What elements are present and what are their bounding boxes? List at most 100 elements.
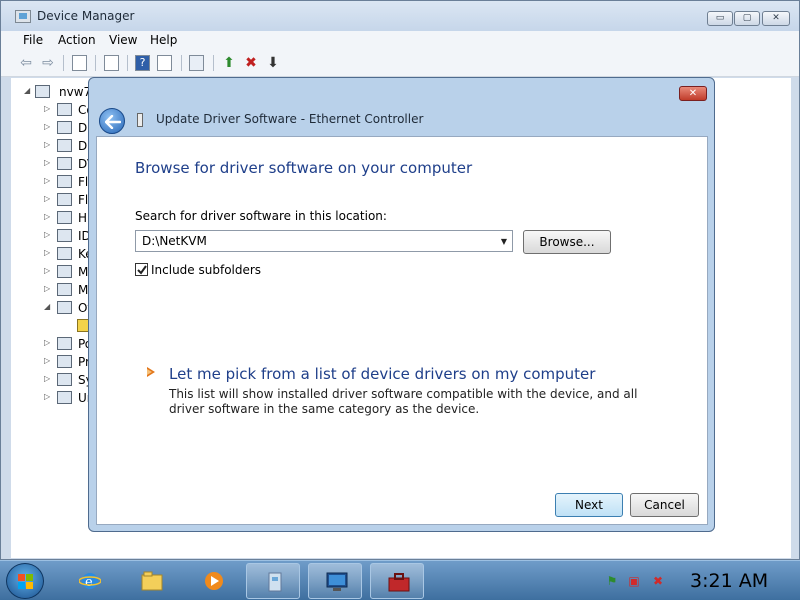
toolbar-separator — [127, 55, 128, 71]
expand-icon[interactable]: ▷ — [44, 248, 50, 257]
minimize-button[interactable]: ▭ — [707, 11, 733, 26]
expand-icon[interactable]: ▷ — [44, 194, 50, 203]
device-category-icon — [57, 139, 72, 152]
next-button[interactable]: Next — [555, 493, 623, 517]
system-tray: ⚑ ▣ ✖ 3:21 AM — [596, 561, 800, 600]
search-location-label: Search for driver software in this locat… — [135, 209, 387, 223]
help-icon[interactable]: ? — [135, 55, 150, 71]
checkmark-icon — [137, 265, 147, 275]
disable-icon[interactable]: ⬇ — [264, 54, 282, 72]
toolbox-icon — [388, 573, 410, 592]
expand-icon[interactable]: ▷ — [44, 104, 50, 113]
device-category-icon — [57, 229, 72, 242]
media-player-icon — [205, 572, 223, 590]
menu-action[interactable]: Action — [58, 33, 96, 47]
properties-icon[interactable] — [104, 55, 119, 71]
toolbar-separator — [95, 55, 96, 71]
action-center-icon[interactable]: ⚑ — [604, 574, 620, 588]
device-category-icon — [57, 373, 72, 386]
expand-icon[interactable]: ▷ — [44, 158, 50, 167]
device-category-icon — [57, 193, 72, 206]
computer-icon — [35, 85, 50, 98]
internet-explorer-task[interactable]: e — [62, 563, 116, 599]
green-arrow-icon[interactable] — [145, 365, 159, 379]
cancel-button[interactable]: Cancel — [630, 493, 699, 517]
device-category-icon — [57, 337, 72, 350]
windows-explorer-task[interactable] — [124, 563, 178, 599]
show-hide-tree-icon[interactable] — [72, 55, 87, 71]
toolbox-task[interactable] — [370, 563, 424, 599]
expand-icon[interactable]: ▷ — [44, 266, 50, 275]
device-category-icon — [57, 265, 72, 278]
collapse-icon[interactable]: ◢ — [44, 302, 50, 311]
menu-file[interactable]: File — [23, 33, 43, 47]
other-devices-icon — [57, 301, 72, 314]
window-titlebar[interactable]: Device Manager ▭ ▢ ✕ — [1, 1, 799, 31]
expand-icon[interactable]: ▷ — [44, 140, 50, 149]
start-button[interactable] — [6, 563, 44, 599]
device-category-icon — [57, 247, 72, 260]
tree-item-label: Fl — [78, 193, 89, 207]
expand-icon[interactable]: ▷ — [44, 338, 50, 347]
menu-view[interactable]: View — [109, 33, 137, 47]
update-driver-dialog: ✕ Update Driver Software - Ethernet Cont… — [88, 77, 715, 532]
internet-explorer-icon: e — [79, 573, 101, 590]
remote-desktop-icon — [326, 572, 348, 591]
expand-icon[interactable]: ▷ — [44, 374, 50, 383]
network-adapter-icon — [137, 113, 143, 127]
driver-path-combobox[interactable]: D:\NetKVM ▼ — [135, 230, 513, 252]
close-button[interactable]: ✕ — [762, 11, 790, 26]
clock[interactable]: 3:21 AM — [690, 570, 768, 592]
expand-icon[interactable]: ▷ — [44, 122, 50, 131]
include-subfolders-label[interactable]: Include subfolders — [151, 263, 261, 277]
windows-logo-icon — [18, 574, 34, 590]
forward-icon[interactable]: ⇨ — [39, 54, 57, 72]
menu-help[interactable]: Help — [150, 33, 177, 47]
expand-icon[interactable]: ▷ — [44, 392, 50, 401]
volume-muted-icon[interactable]: ✖ — [650, 574, 666, 588]
device-category-icon — [57, 121, 72, 134]
dialog-close-button[interactable]: ✕ — [679, 86, 707, 101]
toolbar: ⇦ ⇨ ? ⬆ ✖ ⬇ — [1, 49, 799, 77]
expand-icon[interactable]: ▷ — [44, 176, 50, 185]
toolbar-separator — [213, 55, 214, 71]
expand-icon[interactable]: ▷ — [44, 284, 50, 293]
device-category-icon — [57, 283, 72, 296]
tree-item-label: Fl — [78, 175, 89, 189]
back-button[interactable] — [99, 108, 125, 134]
device-category-icon — [57, 175, 72, 188]
media-player-task[interactable] — [186, 563, 240, 599]
expand-icon[interactable]: ▷ — [44, 212, 50, 221]
taskbar: e ⚑ ▣ ✖ 3:21 AM — [0, 560, 800, 600]
tree-item-label: M — [78, 283, 89, 297]
device-manager-task[interactable] — [246, 563, 300, 599]
remote-desktop-task[interactable] — [308, 563, 362, 599]
toolbar-separator — [181, 55, 182, 71]
toolbar-separator — [63, 55, 64, 71]
device-category-icon — [57, 211, 72, 224]
action-pane-icon[interactable] — [157, 55, 172, 71]
menu-bar: File Action View Help — [1, 31, 799, 49]
maximize-button[interactable]: ▢ — [734, 11, 760, 26]
window-title: Device Manager — [37, 9, 135, 23]
expand-icon[interactable]: ▷ — [44, 356, 50, 365]
back-icon[interactable]: ⇦ — [17, 54, 35, 72]
uninstall-icon[interactable]: ✖ — [242, 54, 260, 72]
collapse-icon[interactable]: ◢ — [24, 86, 30, 95]
browse-button[interactable]: Browse... — [523, 230, 611, 254]
dialog-title: Update Driver Software - Ethernet Contro… — [156, 112, 424, 126]
device-category-icon — [57, 355, 72, 368]
include-subfolders-checkbox[interactable] — [135, 263, 148, 276]
device-category-icon — [57, 391, 72, 404]
pick-from-list-link[interactable]: Let me pick from a list of device driver… — [169, 365, 595, 383]
expand-icon[interactable]: ▷ — [44, 230, 50, 239]
update-driver-icon[interactable]: ⬆ — [220, 54, 238, 72]
back-arrow-icon — [105, 115, 121, 129]
device-category-icon — [57, 103, 72, 116]
network-icon[interactable]: ▣ — [626, 574, 642, 588]
driver-path-value[interactable]: D:\NetKVM — [142, 234, 207, 248]
device-category-icon — [57, 157, 72, 170]
dropdown-arrow-icon[interactable]: ▼ — [501, 237, 507, 246]
scan-hardware-icon[interactable] — [189, 55, 204, 71]
windows-explorer-icon — [141, 571, 163, 591]
